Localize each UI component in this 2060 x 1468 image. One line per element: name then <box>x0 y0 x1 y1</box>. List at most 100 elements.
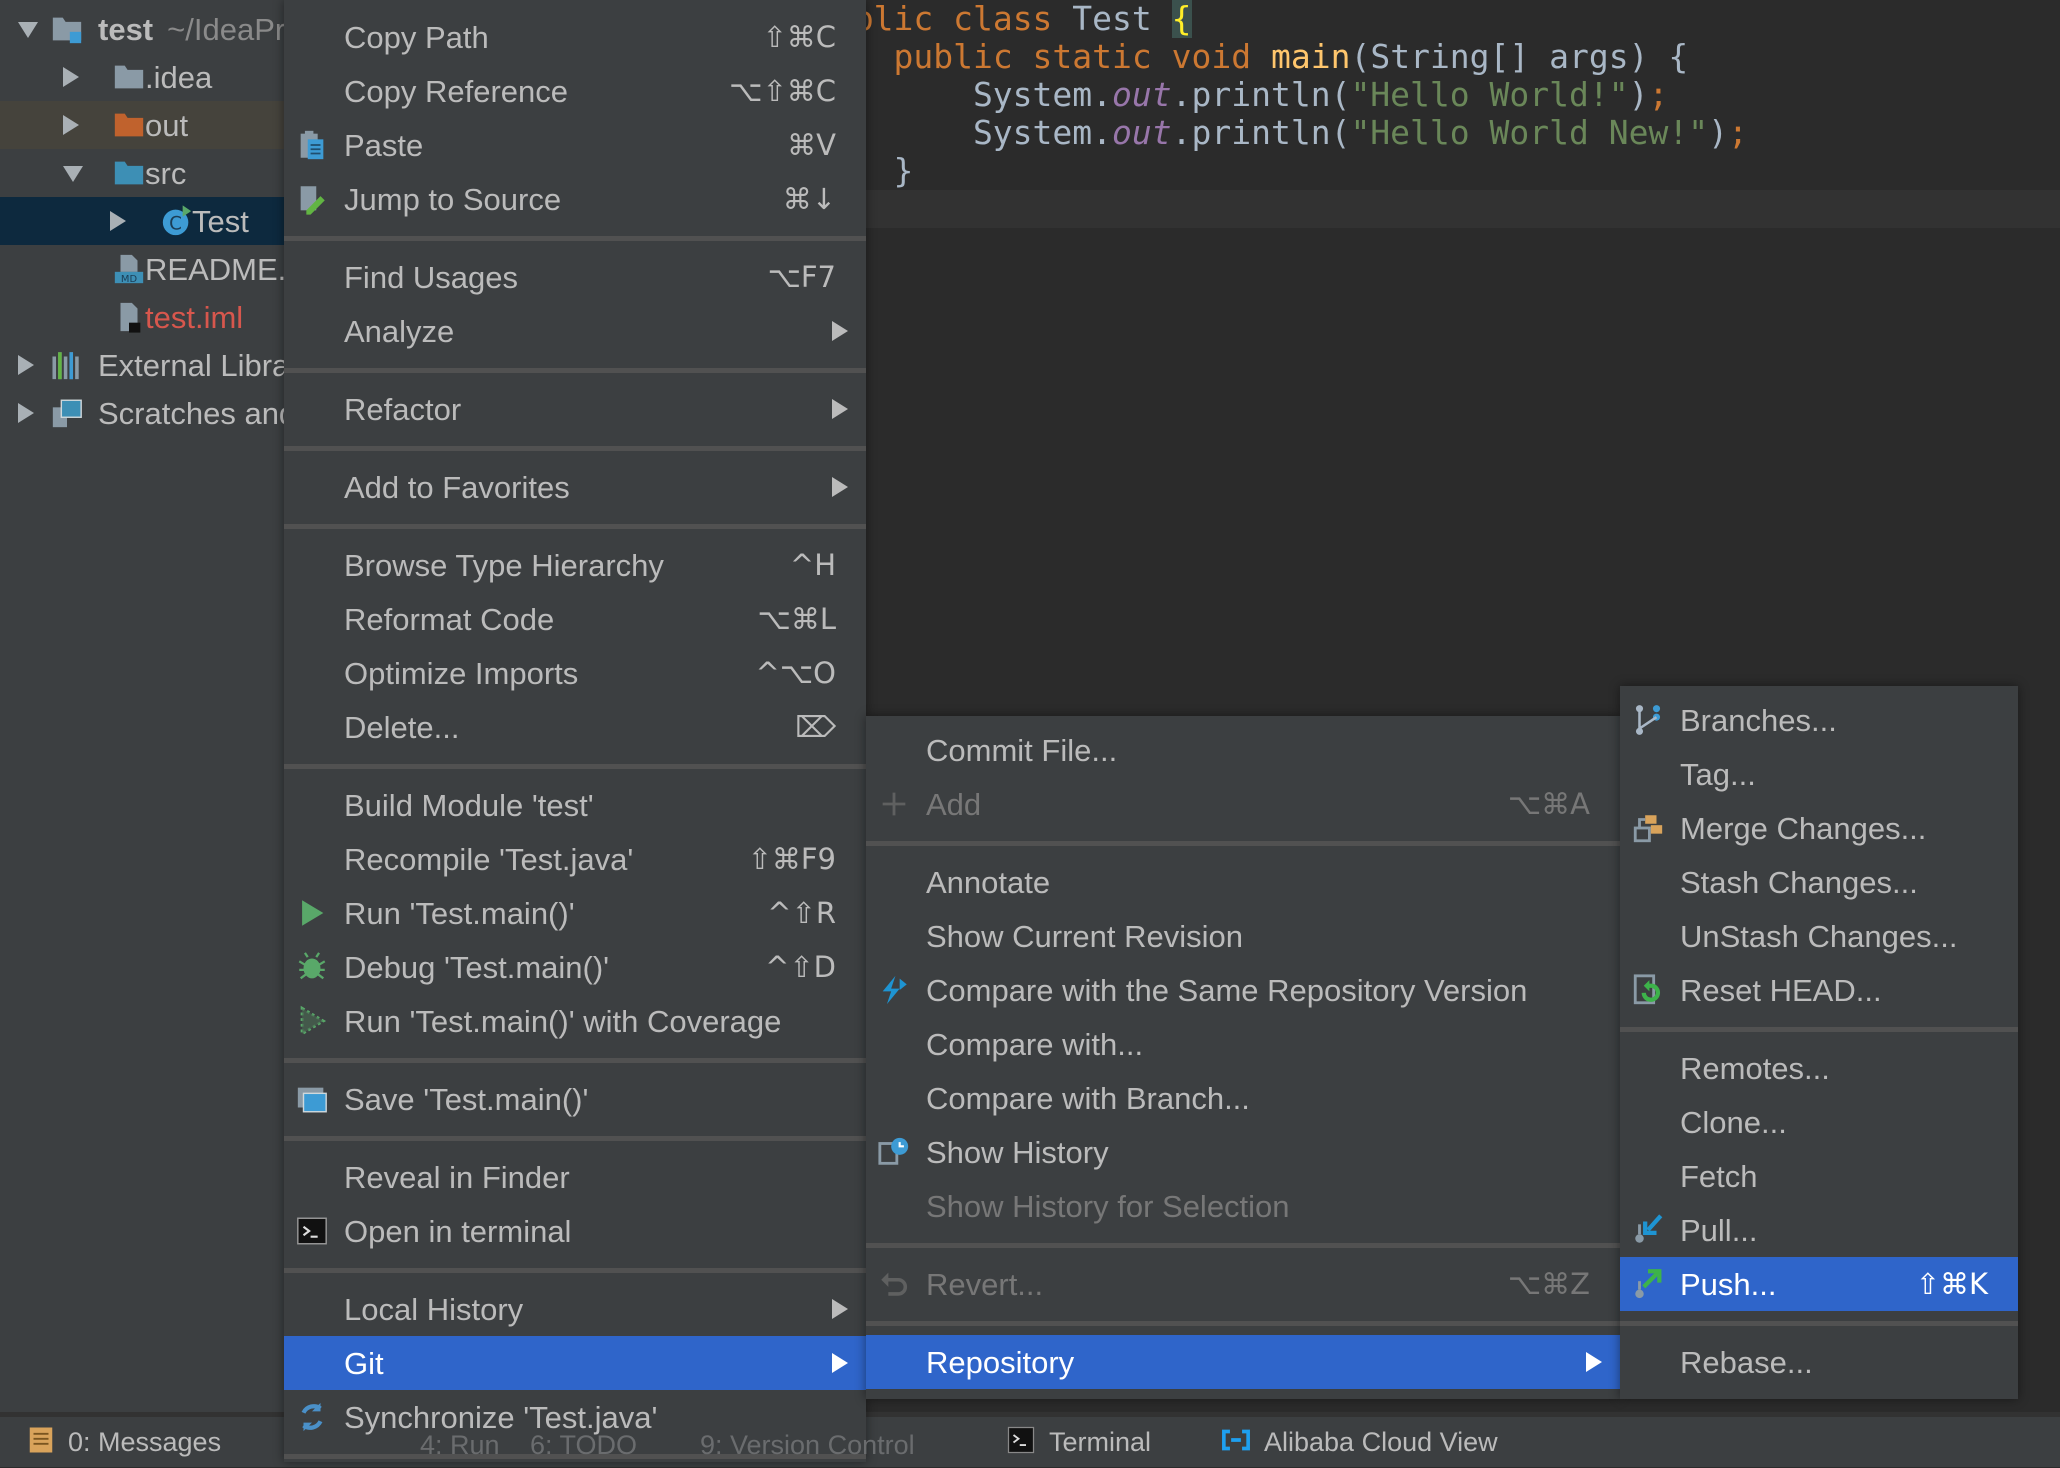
menu-item-find-usages[interactable]: Find Usages ⌥F7 <box>284 250 866 304</box>
menu-item-branches[interactable]: Branches... <box>1620 693 2018 747</box>
tree-node-name: src <box>145 156 187 191</box>
alibaba-cloud-icon <box>1219 1425 1250 1455</box>
submenu-arrow-icon <box>832 1353 848 1373</box>
tree-node-external-libraries[interactable]: External Libraries <box>0 341 284 389</box>
menu-item-show-history[interactable]: Show History <box>866 1125 1620 1179</box>
menu-item-debug-test-main[interactable]: Debug 'Test.main()' ^⇧D <box>284 940 866 994</box>
collapsed-arrow-icon[interactable] <box>18 403 34 423</box>
menu-item-show-current-revision[interactable]: Show Current Revision <box>866 909 1620 963</box>
folder-gray-icon <box>112 60 146 94</box>
menu-item-delete[interactable]: Delete... ⌦ <box>284 700 866 754</box>
menu-item-save-test-main[interactable]: Save 'Test.main()' <box>284 1072 866 1126</box>
menu-item-copy-path[interactable]: Copy Path ⇧⌘C <box>284 10 866 64</box>
menu-item-run-test-main-with-coverage[interactable]: Run 'Test.main()' with Coverage <box>284 994 866 1048</box>
code-token: (String[] args) { <box>1350 37 1689 76</box>
menu-item-tag[interactable]: Tag... <box>1620 747 2018 801</box>
version-control-tool-button[interactable]: 9: Version Control <box>700 1431 915 1459</box>
menu-item-fetch[interactable]: Fetch <box>1620 1149 2018 1203</box>
tree-node-name: test.iml <box>145 300 244 335</box>
menu-item-compare-with-branch[interactable]: Compare with Branch... <box>866 1071 1620 1125</box>
code-line[interactable]: } <box>814 152 1748 190</box>
code-token: .println( <box>1171 75 1351 114</box>
expanded-arrow-icon[interactable] <box>18 22 38 38</box>
menu-item-commit-file[interactable]: Commit File... <box>866 723 1620 777</box>
collapsed-arrow-icon[interactable] <box>63 115 79 135</box>
menu-item-paste[interactable]: Paste ⌘V <box>284 118 866 172</box>
menu-item-git[interactable]: Git <box>284 1336 866 1390</box>
submenu-arrow-icon <box>832 321 848 341</box>
tree-node-name: .idea <box>145 60 213 95</box>
menu-item-annotate[interactable]: Annotate <box>866 855 1620 909</box>
tree-node-name: Scratches and Consoles <box>98 396 284 431</box>
expanded-arrow-icon[interactable] <box>63 166 83 182</box>
menu-item-label: Show History for Selection <box>926 1189 1290 1224</box>
menu-item-show-history-for-selection[interactable]: Show History for Selection <box>866 1179 1620 1233</box>
menu-item-label: Revert... <box>926 1267 1044 1302</box>
history-icon <box>877 1135 911 1169</box>
menu-item-reformat-code[interactable]: Reformat Code ⌥⌘L <box>284 592 866 646</box>
menu-item-shortcut: ⇧⌘C <box>762 20 836 54</box>
menu-item-merge-changes[interactable]: Merge Changes... <box>1620 801 2018 855</box>
tree-node-idea[interactable]: .idea <box>0 53 284 101</box>
menu-item-compare-with[interactable]: Compare with... <box>866 1017 1620 1071</box>
menu-item-shortcut: ⌥F7 <box>767 260 836 294</box>
menu-item-copy-reference[interactable]: Copy Reference ⌥⇧⌘C <box>284 64 866 118</box>
menu-item-analyze[interactable]: Analyze <box>284 304 866 358</box>
menu-item-stash-changes[interactable]: Stash Changes... <box>1620 855 2018 909</box>
menu-separator <box>866 1233 1620 1257</box>
menu-item-repository[interactable]: Repository <box>866 1335 1620 1389</box>
menu-item-run-test-main[interactable]: Run 'Test.main()' ^⇧R <box>284 886 866 940</box>
menu-item-label: Build Module 'test' <box>344 788 594 823</box>
menu-item-remotes[interactable]: Remotes... <box>1620 1041 2018 1095</box>
menu-item-add[interactable]: Add ⌥⌘A <box>866 777 1620 831</box>
menu-item-unstash-changes[interactable]: UnStash Changes... <box>1620 909 2018 963</box>
menu-item-open-in-terminal[interactable]: Open in terminal <box>284 1204 866 1258</box>
repository-submenu: Branches... Tag... Merge Changes... Stash C… <box>1620 686 2018 1399</box>
menu-item-push[interactable]: Push... ⇧⌘K <box>1620 1257 2018 1311</box>
menu-item-refactor[interactable]: Refactor <box>284 382 866 436</box>
tree-node-test[interactable]: test ~/IdeaProjects/test <box>0 5 284 53</box>
menu-item-optimize-imports[interactable]: Optimize Imports ^⌥O <box>284 646 866 700</box>
alibaba-cloud-view-tool-button[interactable]: Alibaba Cloud View <box>1264 1427 1498 1458</box>
tree-node-src[interactable]: src <box>0 149 284 197</box>
menu-item-rebase[interactable]: Rebase... <box>1620 1335 2018 1389</box>
menu-item-label: Save 'Test.main()' <box>344 1082 589 1117</box>
menu-item-shortcut: ⌥⌘A <box>1507 787 1590 821</box>
code-line[interactable]: System.out.println("Hello World New!"); <box>814 114 1748 152</box>
project-tree: test ~/IdeaProjects/test .idea out src C Test M… <box>0 0 284 1418</box>
run-tool-button[interactable]: 4: Run <box>420 1431 500 1459</box>
todo-tool-button[interactable]: 6: TODO <box>530 1431 637 1459</box>
menu-item-browse-type-hierarchy[interactable]: Browse Type Hierarchy ^H <box>284 538 866 592</box>
menu-item-reveal-in-finder[interactable]: Reveal in Finder <box>284 1150 866 1204</box>
menu-item-clone[interactable]: Clone... <box>1620 1095 2018 1149</box>
collapsed-arrow-icon[interactable] <box>110 211 126 231</box>
menu-item-compare-with-the-same-repository-version[interactable]: Compare with the Same Repository Version <box>866 963 1620 1017</box>
code-line[interactable]: public static void main(String[] args) { <box>814 38 1748 76</box>
terminal-tool-button[interactable]: Terminal <box>1049 1427 1151 1458</box>
menu-item-add-to-favorites[interactable]: Add to Favorites <box>284 460 866 514</box>
code-line[interactable]: public class Test { <box>814 0 1748 38</box>
tree-node-test[interactable]: C Test <box>0 197 284 245</box>
code-text[interactable]: public class Test { public static void m… <box>814 0 1748 190</box>
tree-node-test-iml[interactable]: test.iml <box>0 293 284 341</box>
tree-node-out[interactable]: out <box>0 101 284 149</box>
menu-item-build-module-test[interactable]: Build Module 'test' <box>284 778 866 832</box>
terminal-icon <box>1006 1425 1036 1455</box>
menu-item-local-history[interactable]: Local History <box>284 1282 866 1336</box>
code-token: .println( <box>1171 113 1351 152</box>
collapsed-arrow-icon[interactable] <box>63 67 79 87</box>
tree-node-scratches-and-consoles[interactable]: Scratches and Consoles <box>0 389 284 437</box>
tree-node-label: Scratches and Consoles <box>98 396 284 432</box>
menu-item-recompile-test-java[interactable]: Recompile 'Test.java' ⇧⌘F9 <box>284 832 866 886</box>
menu-item-pull[interactable]: Pull... <box>1620 1203 2018 1257</box>
collapsed-arrow-icon[interactable] <box>18 355 34 375</box>
menu-item-jump-to-source[interactable]: Jump to Source ⌘↓ <box>284 172 866 226</box>
menu-item-label: Annotate <box>926 865 1051 900</box>
menu-item-reset-head[interactable]: Reset HEAD... <box>1620 963 2018 1017</box>
svg-text:MD: MD <box>121 274 138 285</box>
messages-tool-button[interactable]: 0: Messages <box>68 1427 221 1458</box>
tree-node-readme-md[interactable]: MD README.md <box>0 245 284 293</box>
menu-item-revert[interactable]: Revert... ⌥⌘Z <box>866 1257 1620 1311</box>
code-line[interactable]: System.out.println("Hello World!"); <box>814 76 1748 114</box>
menu-item-label: Copy Path <box>344 20 489 55</box>
